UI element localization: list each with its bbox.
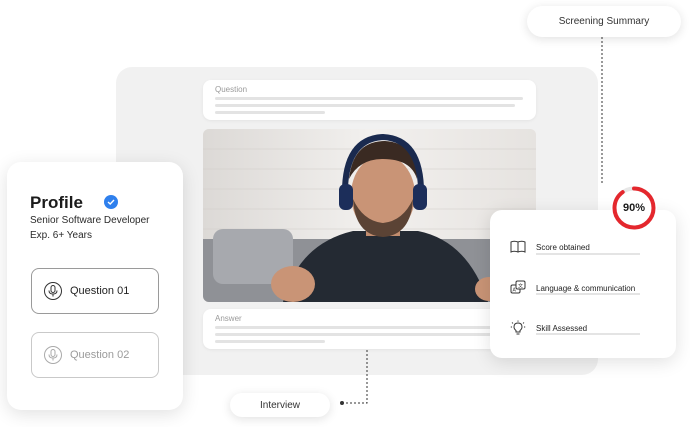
profile-card: Profile Senior Software Developer Exp. 6… [7,162,183,410]
verified-badge-icon [104,195,118,209]
question-placeholder-line [215,104,515,107]
translate-icon: 文 A [510,280,526,294]
candidate-video-frame [203,129,536,302]
summary-item-label: Score obtained [536,242,590,252]
score-gauge: 90% [611,185,657,231]
summary-divider [536,253,640,255]
profile-role: Senior Software Developer [30,215,150,226]
svg-text:文: 文 [518,283,523,290]
interview-connector [340,350,368,405]
question-02-button[interactable]: Question 02 [31,332,159,378]
candidate-video[interactable] [203,129,536,302]
question-placeholder-line [215,97,523,100]
summary-item-label: Skill Assessed [536,323,588,333]
summary-item-label: Language & communication [536,283,636,293]
summary-item-skill: Skill Assessed [510,320,640,336]
answer-placeholder-line [215,333,515,336]
microphone-icon [44,282,62,300]
question-01-button[interactable]: Question 01 [31,268,159,314]
summary-item-score: Score obtained [510,240,640,255]
question-01-label: Question 01 [70,285,130,297]
summary-divider [536,293,640,295]
summary-connector [601,37,603,185]
answer-label: Answer [215,314,242,323]
microphone-icon [44,346,62,364]
question-box: Question [203,80,536,120]
question-placeholder-line [215,111,325,114]
summary-divider [536,333,640,335]
summary-item-language: 文 A Language & communication [510,280,640,296]
question-label: Question [215,85,248,94]
answer-box: Answer [203,309,536,349]
profile-title: Profile [30,193,83,212]
book-icon [510,240,526,253]
profile-experience: Exp. 6+ Years [30,230,92,241]
lightbulb-icon [510,320,526,335]
interview-pill[interactable]: Interview [230,393,330,417]
screening-summary-pill[interactable]: Screening Summary [527,6,681,37]
question-02-label: Question 02 [70,349,130,361]
answer-placeholder-line [215,326,523,329]
screening-summary-card: Score obtained 文 A Language & communicat… [490,210,676,358]
answer-placeholder-line [215,340,325,343]
score-value: 90% [622,202,646,214]
